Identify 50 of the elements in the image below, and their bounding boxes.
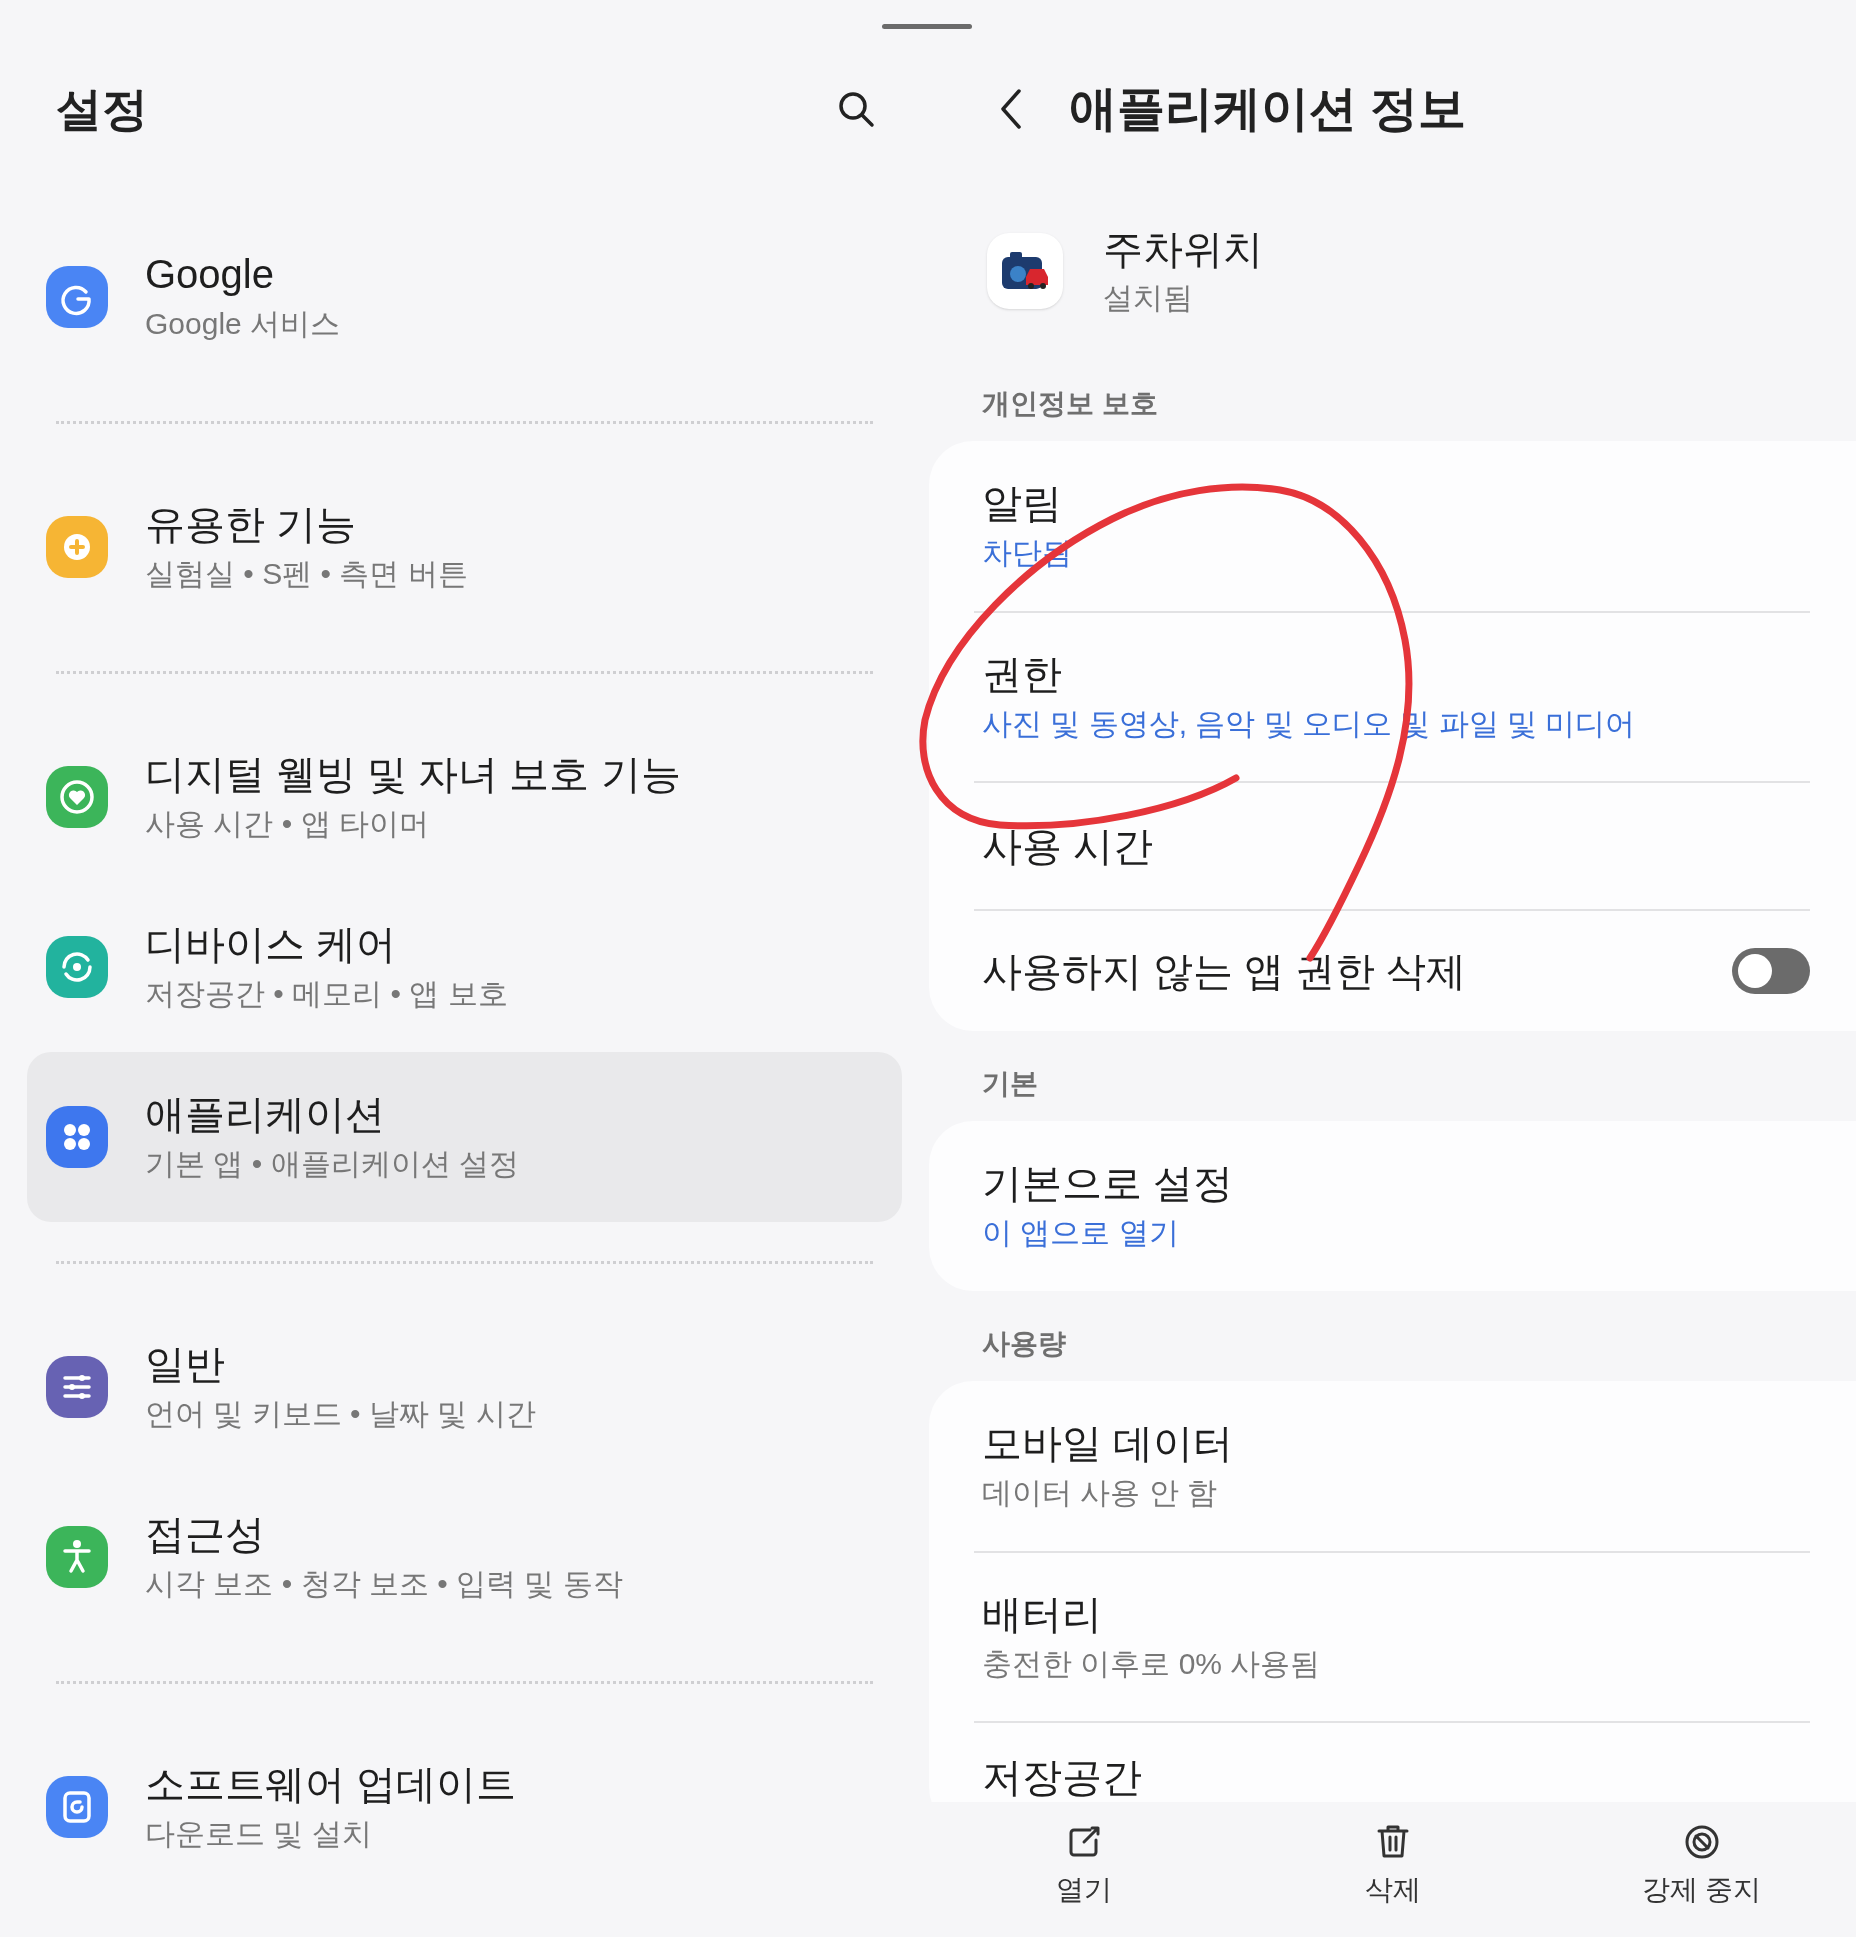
item-title: 모바일 데이터 <box>982 1420 1234 1467</box>
section-label: 사용량 <box>982 1327 1066 1361</box>
settings-item[interactable]: 애플리케이션 기본 앱 • 애플리케이션 설정 <box>27 1052 902 1222</box>
settings-item[interactable]: 디지털 웰빙 및 자녀 보호 기능 사용 시간 • 앱 타이머 <box>27 712 902 882</box>
action-button[interactable]: 삭제 <box>1238 1802 1547 1937</box>
settings-item[interactable]: 디바이스 케어 저장공간 • 메모리 • 앱 보호 <box>27 882 902 1052</box>
section-label: 개인정보 보호 <box>982 387 1158 421</box>
item-title: 접근성 <box>145 1511 266 1558</box>
item-title: 소프트웨어 업데이트 <box>145 1761 517 1808</box>
item-title: 알림 <box>982 480 1063 527</box>
item-title: 일반 <box>145 1341 226 1388</box>
item-title: 유용한 기능 <box>145 501 358 548</box>
section-label: 기본 <box>982 1067 1038 1101</box>
item-subtitle: 시각 보조 • 청각 보조 • 입력 및 동작 <box>145 1566 623 1602</box>
item-title: 저장공간 <box>982 1754 1142 1801</box>
settings-item[interactable]: 일반 언어 및 키보드 • 날짜 및 시간 <box>27 1302 902 1472</box>
item-subtitle: 저장공간 • 메모리 • 앱 보호 <box>145 976 508 1012</box>
item-value: 이 앱으로 열기 <box>982 1215 1180 1251</box>
item-title: 사용 시간 <box>982 823 1154 870</box>
item-title: 디지털 웰빙 및 자녀 보호 기능 <box>145 751 681 798</box>
item-title: 애플리케이션 <box>145 1091 386 1138</box>
item-title: 권한 <box>982 651 1063 698</box>
settings-item[interactable]: 접근성 시각 보조 • 청각 보조 • 입력 및 동작 <box>27 1472 902 1642</box>
page-title: 애플리케이션 정보 <box>1069 81 1467 137</box>
item-subtitle: Google 서비스 <box>145 306 341 342</box>
app-name: 주차위치 <box>1103 225 1263 273</box>
settings-item[interactable]: 소프트웨어 업데이트 다운로드 및 설치 <box>27 1722 902 1892</box>
item-title: 기본으로 설정 <box>982 1160 1234 1207</box>
item-subtitle: 다운로드 및 설치 <box>145 1816 373 1852</box>
item-subtitle: 사용 시간 • 앱 타이머 <box>145 806 430 842</box>
search-icon <box>836 89 876 129</box>
page-title: 설정 <box>56 82 148 137</box>
toggle-switch[interactable] <box>1732 948 1810 994</box>
install-status: 설치됨 <box>1103 279 1194 316</box>
action-button[interactable]: 열기 <box>929 1802 1238 1937</box>
item-title: Google <box>145 251 275 298</box>
item-value: 데이터 사용 안 함 <box>982 1475 1218 1511</box>
item-title: 사용하지 않는 앱 권한 삭제 <box>982 948 1467 995</box>
settings-item[interactable]: 유용한 기능 실험실 • S펜 • 측면 버튼 <box>27 462 902 632</box>
item-subtitle: 언어 및 키보드 • 날짜 및 시간 <box>145 1396 536 1432</box>
item-title: 디바이스 케어 <box>145 921 398 968</box>
drag-handle[interactable] <box>882 24 972 29</box>
back-icon <box>999 87 1023 131</box>
item-title: 배터리 <box>982 1591 1103 1638</box>
item-subtitle: 기본 앱 • 애플리케이션 설정 <box>145 1146 519 1182</box>
app-icon <box>987 232 1063 309</box>
settings-item[interactable]: Google Google 서비스 <box>27 212 902 382</box>
item-subtitle: 실험실 • S펜 • 측면 버튼 <box>145 556 468 592</box>
item-value: 충전한 이후로 0% 사용됨 <box>982 1646 1321 1682</box>
action-button[interactable]: 강제 중지 <box>1547 1802 1856 1937</box>
